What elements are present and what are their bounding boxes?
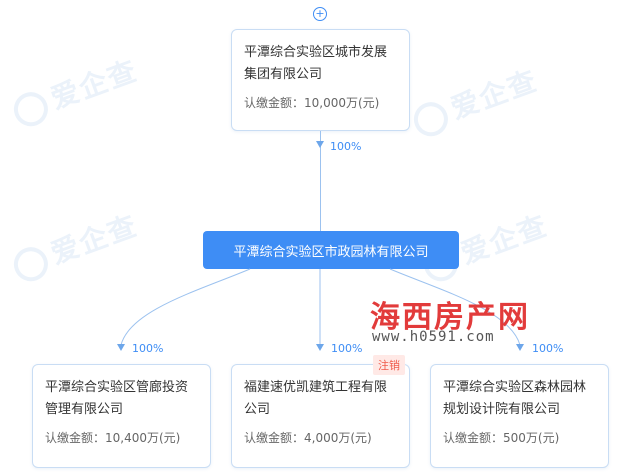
connector-line-left bbox=[120, 268, 251, 346]
company-name: 平潭综合实验区管廊投资管理有限公司 bbox=[45, 380, 189, 417]
share-percent: 100% bbox=[132, 342, 164, 355]
arrow-down-icon bbox=[117, 344, 125, 351]
site-watermark-url: www.h0591.com bbox=[372, 329, 495, 345]
subsidiary-card[interactable]: 平潭综合实验区森林园林规划设计院有限公司 认缴金额：500万(元) bbox=[430, 364, 609, 468]
share-percent: 100% bbox=[331, 342, 363, 355]
subscribed-amount: 认缴金额：500万(元) bbox=[443, 431, 560, 445]
share-percent: 100% bbox=[532, 342, 564, 355]
arrow-down-icon bbox=[316, 344, 324, 351]
company-name: 福建速优凯建筑工程有限公司 bbox=[244, 380, 388, 417]
subsidiary-card[interactable]: 福建速优凯建筑工程有限公司 认缴金额：4,000万(元) bbox=[231, 364, 410, 468]
status-badge: 注销 bbox=[373, 355, 405, 375]
company-name: 平潭综合实验区森林园林规划设计院有限公司 bbox=[443, 380, 587, 417]
arrow-down-icon bbox=[516, 344, 524, 351]
subsidiary-card[interactable]: 平潭综合实验区管廊投资管理有限公司 认缴金额：10,400万(元) bbox=[32, 364, 211, 468]
subscribed-amount: 认缴金额：4,000万(元) bbox=[244, 431, 372, 445]
subscribed-amount: 认缴金额：10,400万(元) bbox=[45, 431, 181, 445]
